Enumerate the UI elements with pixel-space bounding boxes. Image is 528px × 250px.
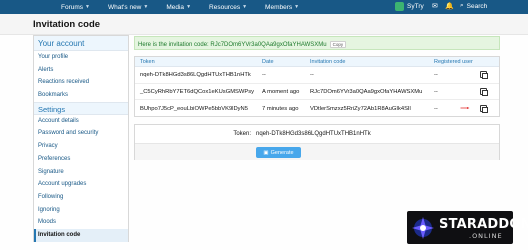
search-button[interactable]: ⌕ Search xyxy=(460,2,487,10)
chevron-down-icon: ▼ xyxy=(294,4,300,10)
table-header: Token Date Invitation code Registered us… xyxy=(135,57,499,67)
sidebar-item-alerts[interactable]: Alerts xyxy=(34,64,128,77)
sidebar-heading-account: Your account xyxy=(34,36,128,51)
inbox-icon[interactable]: ✉ xyxy=(432,2,438,10)
header-registered-user: Registered user xyxy=(434,59,473,65)
page-title: Invitation code xyxy=(33,19,101,30)
chevron-down-icon: ▼ xyxy=(85,4,90,10)
sidebar-item-moods[interactable]: Moods xyxy=(34,216,128,229)
cell-date: 7 minutes ago xyxy=(262,105,299,112)
chevron-down-icon: ▼ xyxy=(143,4,149,10)
sidebar-item-account-details[interactable]: Account details xyxy=(34,115,128,128)
success-notice: Here is the invitation code: RJc7DOm6YVr… xyxy=(134,36,500,50)
generate-button[interactable]: ▣ Generate xyxy=(256,147,301,158)
sidebar-item-bookmarks[interactable]: Bookmarks xyxy=(34,89,128,102)
sidebar-item-preferences[interactable]: Preferences xyxy=(34,153,128,166)
nav-resources[interactable]: Resources ▼ xyxy=(200,0,256,14)
nav-whats-new-label: What's new xyxy=(107,3,142,11)
nav-forums[interactable]: Forums ▼ xyxy=(52,0,99,14)
home-link[interactable] xyxy=(0,0,52,14)
red-arrow-icon xyxy=(460,107,470,110)
page-header: Invitation code xyxy=(0,14,528,35)
header-invitation-code: Invitation code xyxy=(310,59,346,65)
copy-icon[interactable] xyxy=(480,105,488,114)
nav-media-label: Media xyxy=(166,3,185,11)
cell-date: A moment ago xyxy=(262,88,300,95)
header-date: Date xyxy=(262,59,274,65)
nav-whats-new[interactable]: What's new ▼ xyxy=(99,0,157,14)
cell-invitation-code: VDtlerSmzxz5RriZy72Ab1R8AuGIk4SIl xyxy=(310,105,411,112)
generate-form: Token: nqeh-DTk8HGd3s86LQgdHTUxTHB1nHTk … xyxy=(134,124,500,160)
nav-members-label: Members xyxy=(265,3,293,11)
bell-icon[interactable]: 🔔 xyxy=(445,2,454,10)
generate-label: Generate xyxy=(270,149,294,156)
cell-token: nqeh-DTk8HGd3s86LQgdHTUxTHB1nHTk xyxy=(140,71,251,78)
cell-token: BUhpo7J5cP_eouLbiOWPe5bbVK9lDyN5 xyxy=(140,105,248,112)
search-label: Search xyxy=(466,2,488,10)
nav-members[interactable]: Members ▼ xyxy=(256,0,308,14)
account-sidebar: Your account Your profile Alerts Reactio… xyxy=(33,35,129,242)
watermark-line1: STARADDONS xyxy=(439,217,528,232)
save-icon: ▣ xyxy=(263,149,269,156)
user-menu[interactable]: SyTry xyxy=(395,2,424,11)
search-icon: ⌕ xyxy=(460,2,464,9)
sidebar-item-following[interactable]: Following xyxy=(34,191,128,204)
invitation-table: Token Date Invitation code Registered us… xyxy=(134,56,500,117)
sidebar-heading-settings: Settings xyxy=(34,101,128,115)
nav-media[interactable]: Media ▼ xyxy=(157,0,200,14)
copy-icon[interactable] xyxy=(480,88,488,97)
token-row: Token: nqeh-DTk8HGd3s86LQgdHTUxTHB1nHTk xyxy=(135,125,501,143)
sidebar-item-reactions-received[interactable]: Reactions received xyxy=(34,76,128,89)
cell-invitation-code: RJc7DOm6YVr3a0QAa9gxOfaYHAWSXMu xyxy=(310,88,423,95)
copy-button[interactable]: Copy xyxy=(329,41,347,48)
sidebar-item-signature[interactable]: Signature xyxy=(34,166,128,179)
cell-registered-user: -- xyxy=(434,105,438,112)
chevron-down-icon: ▼ xyxy=(186,4,192,10)
chevron-down-icon: ▼ xyxy=(242,4,248,10)
token-value: nqeh-DTk8HGd3s86LQgdHTUxTHB1nHTk xyxy=(256,131,371,137)
sidebar-item-your-profile[interactable]: Your profile xyxy=(34,51,128,64)
table-row: BUhpo7J5cP_eouLbiOWPe5bbVK9lDyN5 7 minut… xyxy=(135,100,499,117)
cell-date: -- xyxy=(262,71,266,78)
cell-registered-user: -- xyxy=(434,71,438,78)
cell-invitation-code: -- xyxy=(310,71,314,78)
header-token: Token xyxy=(140,59,155,65)
table-row: _C5CyRhRbY7ET6dQCox1eKUsGMSWPsy A moment… xyxy=(135,84,499,101)
sidebar-item-invitation-code[interactable]: Invitation code xyxy=(34,228,128,242)
staraddons-watermark: STARADDONS .ONLINE xyxy=(407,211,528,244)
top-navigation: Forums ▼ What's new ▼ Media ▼ Resources … xyxy=(0,0,528,14)
cell-token: _C5CyRhRbY7ET6dQCox1eKUsGMSWPsy xyxy=(140,88,255,95)
form-footer: ▣ Generate xyxy=(135,143,499,160)
avatar xyxy=(395,2,404,11)
sidebar-item-privacy[interactable]: Privacy xyxy=(34,140,128,153)
sidebar-item-account-upgrades[interactable]: Account upgrades xyxy=(34,178,128,191)
star-logo-icon xyxy=(412,216,434,239)
cell-registered-user: -- xyxy=(434,88,438,95)
token-label: Token: xyxy=(233,131,251,137)
home-label[interactable] xyxy=(0,0,18,14)
sidebar-item-ignoring[interactable]: Ignoring xyxy=(34,204,128,217)
notice-text: Here is the invitation code: RJc7DOm6YVr… xyxy=(138,41,327,48)
watermark-line2: .ONLINE xyxy=(469,232,503,240)
nav-forums-label: Forums xyxy=(61,3,84,11)
sidebar-item-password-security[interactable]: Password and security xyxy=(34,127,128,140)
copy-icon[interactable] xyxy=(480,71,488,80)
nav-resources-label: Resources xyxy=(209,3,241,11)
user-name: SyTry xyxy=(407,3,424,10)
table-row: nqeh-DTk8HGd3s86LQgdHTUxTHB1nHTk -- -- -… xyxy=(135,67,499,84)
